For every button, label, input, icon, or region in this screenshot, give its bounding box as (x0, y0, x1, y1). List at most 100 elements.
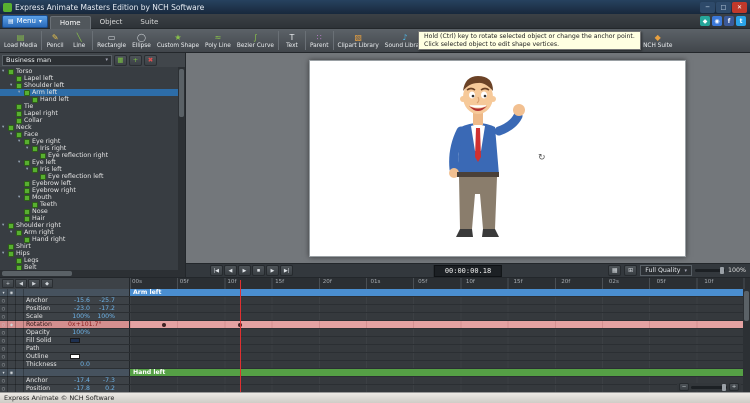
canvas-zoom-slider[interactable] (695, 269, 725, 272)
image-view-button[interactable]: ▦ (608, 265, 621, 276)
close-button[interactable]: ✕ (732, 2, 747, 13)
tree-item-hand-right[interactable]: Hand right (0, 236, 185, 243)
tree-item-teeth[interactable]: Teeth (0, 201, 185, 208)
tree-item-eye-reflection-left[interactable]: Eye reflection left (0, 173, 185, 180)
timeline-ruler[interactable]: 00s05f10f15f20f01s05f10f15f20f02s05f10f (130, 278, 750, 289)
lock-icon[interactable] (16, 337, 24, 345)
visibility-icon[interactable] (8, 329, 16, 337)
color-swatch[interactable] (70, 338, 80, 343)
track-prop-anchor[interactable]: ○Anchor-17.4-7.3 (0, 377, 743, 385)
track-keyframe-area[interactable] (130, 361, 743, 368)
lock-icon[interactable] (16, 369, 24, 377)
business-man-character[interactable] (422, 69, 534, 251)
tree-item-mouth[interactable]: ▾Mouth (0, 194, 185, 201)
slider-thumb[interactable] (722, 384, 726, 391)
keyframe-button[interactable]: ◆ (41, 279, 53, 288)
track-keyframe-area[interactable] (130, 329, 743, 336)
timeline-zoom-slider[interactable] (691, 386, 727, 389)
parent-button[interactable]: ∷Parent (307, 29, 332, 52)
tab-home[interactable]: Home (50, 16, 91, 29)
stop-button[interactable]: ■ (252, 265, 265, 276)
track-group-hand-left[interactable]: ▾◉ Hand left (0, 369, 743, 377)
property-value[interactable]: 0x+101.7° (68, 321, 105, 328)
canvas-area[interactable]: ↻ (186, 53, 750, 263)
tree-item-tie[interactable]: Tie (0, 103, 185, 110)
track-keyframe-area[interactable] (130, 321, 743, 328)
keyframe-toggle-icon[interactable]: ○ (0, 361, 8, 369)
visibility-icon[interactable] (8, 385, 16, 393)
lock-icon[interactable] (16, 361, 24, 369)
track-keyframe-area[interactable] (130, 305, 743, 312)
property-value[interactable]: -7.3 (93, 377, 118, 384)
nch-suite-button[interactable]: ◆NCH Suite (640, 29, 675, 52)
track-keyframe-area[interactable] (130, 345, 743, 352)
visibility-icon[interactable] (8, 361, 16, 369)
maximize-button[interactable]: □ (716, 2, 731, 13)
tree-item-face[interactable]: ▾Face (0, 131, 185, 138)
keyframe-toggle-icon[interactable]: ○ (0, 345, 8, 353)
color-swatch[interactable] (70, 354, 80, 359)
text-button[interactable]: TText (280, 29, 304, 52)
tree-item-neck[interactable]: ▾Neck (0, 124, 185, 131)
tree-item-eye-right[interactable]: ▾Eye right (0, 138, 185, 145)
lock-icon[interactable] (16, 289, 24, 297)
lock-icon[interactable] (16, 305, 24, 313)
keyframe-toggle-icon[interactable]: ○ (0, 337, 8, 345)
scrollbar-thumb[interactable] (744, 291, 749, 321)
lock-icon[interactable] (16, 377, 24, 385)
visibility-icon[interactable] (8, 353, 16, 361)
delete-object-button[interactable]: ✖ (144, 55, 157, 66)
property-value[interactable]: 0.0 (68, 361, 93, 368)
track-keyframe-area[interactable] (130, 385, 743, 392)
keyframe-toggle-icon[interactable]: ○ (0, 329, 8, 337)
tree-item-shirt[interactable]: Shirt (0, 243, 185, 250)
tree-item-lapel-right[interactable]: Lapel right (0, 110, 185, 117)
keyframe-dot[interactable] (162, 323, 166, 327)
visibility-icon[interactable]: ◆ (8, 321, 16, 329)
track-prop-scale[interactable]: ○Scale100%100% (0, 313, 743, 321)
timeline-vertical-scrollbar[interactable] (743, 289, 750, 392)
track-prop-position[interactable]: ○Position-23.0-17.2 (0, 305, 743, 313)
tab-suite[interactable]: Suite (131, 16, 167, 29)
playhead[interactable] (240, 280, 241, 392)
tree-vertical-scrollbar[interactable] (178, 67, 185, 270)
property-value[interactable]: -17.8 (68, 385, 93, 392)
minimize-button[interactable]: ─ (700, 2, 715, 13)
pencil-button[interactable]: ✎Pencil (43, 29, 67, 52)
keyframe-toggle-icon[interactable]: ○ (0, 385, 8, 393)
track-name-bar-area[interactable]: Hand left (130, 369, 743, 376)
line-button[interactable]: ╲Line (67, 29, 91, 52)
tree-item-eye-left[interactable]: ▾Eye left (0, 159, 185, 166)
track-prop-fill-solid[interactable]: ○Fill Solid (0, 337, 743, 345)
slider-thumb[interactable] (720, 267, 724, 274)
web-icon[interactable]: ◉ (712, 16, 722, 26)
tree-item-eyebrow-right[interactable]: Eyebrow right (0, 187, 185, 194)
visibility-icon[interactable]: ◉ (8, 369, 16, 377)
ellipse-button[interactable]: ◯Ellipse (129, 29, 154, 52)
track-keyframe-area[interactable] (130, 337, 743, 344)
track-keyframe-area[interactable] (130, 313, 743, 320)
facebook-icon[interactable]: f (724, 16, 734, 26)
clipart-library-button[interactable]: ▧Clipart Library (335, 29, 382, 52)
keyframe-toggle-icon[interactable]: ○ (0, 313, 8, 321)
tree-item-legs[interactable]: Legs (0, 257, 185, 264)
play-button[interactable]: ▶ (238, 265, 251, 276)
track-keyframe-area[interactable] (130, 297, 743, 304)
twitter-icon[interactable]: t (736, 16, 746, 26)
tree-item-lapel-left[interactable]: Lapel left (0, 75, 185, 82)
tree-item-iris-right[interactable]: ▾Iris right (0, 145, 185, 152)
tree-item-hand-left[interactable]: Hand left (0, 96, 185, 103)
property-value[interactable]: -17.2 (93, 305, 118, 312)
lock-icon[interactable] (16, 313, 24, 321)
lock-icon[interactable] (16, 329, 24, 337)
tree-item-nose[interactable]: Nose (0, 208, 185, 215)
track-prop-outline[interactable]: ○Outline (0, 353, 743, 361)
visibility-icon[interactable] (8, 305, 16, 313)
tree-item-iris-left[interactable]: ▾Iris left (0, 166, 185, 173)
visibility-icon[interactable] (8, 345, 16, 353)
tree-item-arm-right[interactable]: ▾Arm right (0, 229, 185, 236)
track-group-arm-left[interactable]: ▾◉Arm left (0, 289, 743, 297)
keyframe-toggle-icon[interactable]: ▾ (0, 369, 8, 377)
keyframe-toggle-icon[interactable]: ○ (0, 377, 8, 385)
track-keyframe-area[interactable] (130, 377, 743, 384)
